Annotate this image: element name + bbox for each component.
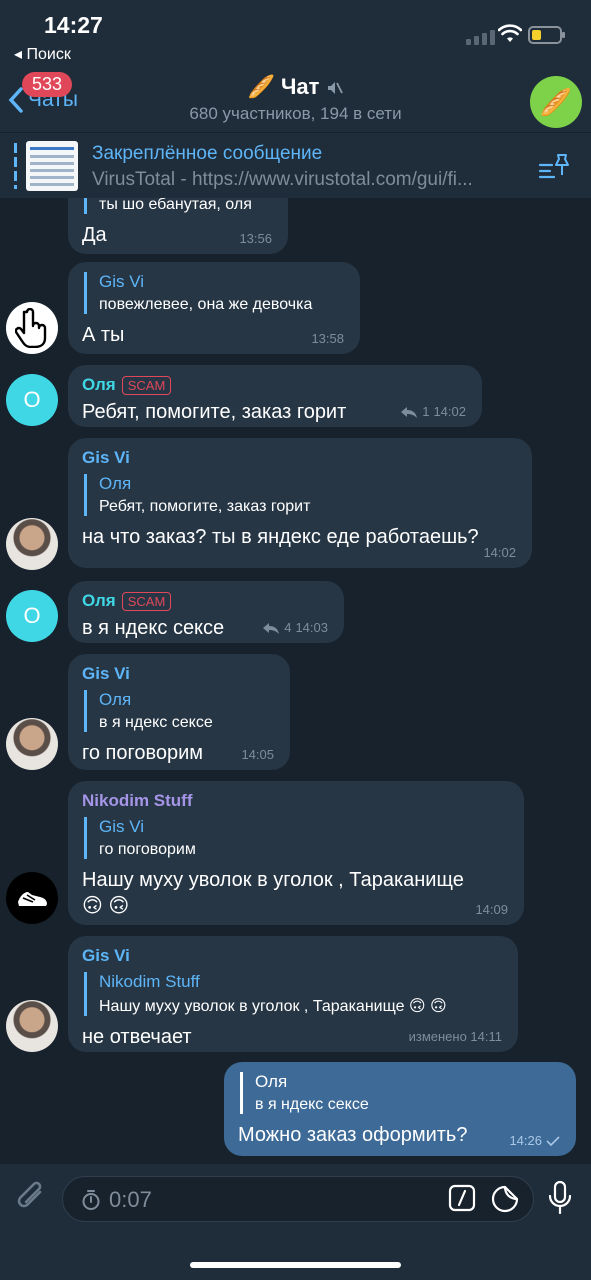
message-time: 14:02 — [433, 404, 466, 419]
reply-quote: ты шо ебанутая, оля — [84, 198, 274, 214]
reply-arrow-icon — [263, 622, 280, 634]
reply-sender: Оля — [99, 474, 132, 493]
chat-title: 🥖 Чат — [247, 74, 320, 99]
message-text: на что заказ? ты в яндекс еде работаешь? — [82, 526, 479, 548]
sender-name[interactable]: Оля — [82, 375, 116, 394]
sender-name[interactable]: Gis Vi — [82, 946, 504, 966]
hand-cursor-icon — [15, 308, 47, 348]
home-indicator — [190, 1262, 401, 1268]
message-time: 14:02 — [483, 545, 516, 560]
microphone-icon[interactable] — [546, 1180, 574, 1216]
user-avatar-gisvi[interactable] — [6, 518, 58, 570]
reply-sender: Gis Vi — [99, 272, 145, 291]
sender-name[interactable]: Оля — [82, 591, 116, 610]
reply-sender: Оля — [99, 690, 132, 709]
pinned-indicator — [14, 143, 17, 189]
outgoing-message-bubble[interactable]: Оля в я ндекс сексе Можно заказ оформить… — [224, 1062, 576, 1156]
reply-sender: Gis Vi — [99, 817, 145, 836]
reply-quote[interactable]: Оля в я ндекс сексе — [84, 690, 276, 732]
message-bubble[interactable]: Nikodim Stuff Gis Vi го поговорим Нашу м… — [68, 781, 524, 925]
status-bar: 14:27 ◂ Поиск — [0, 0, 591, 68]
pinned-thumbnail — [26, 141, 78, 191]
reply-sender: Nikodim Stuff — [99, 972, 200, 991]
message-text: А ты — [82, 324, 125, 346]
message-time: 14:05 — [241, 747, 274, 762]
user-avatar-nikodim[interactable] — [6, 872, 58, 924]
reply-text: Нашу муху уволок в уголок , Тараканище 🙃… — [99, 998, 447, 1015]
sneaker-icon — [18, 892, 47, 906]
user-avatar[interactable] — [6, 302, 58, 354]
scam-badge: SCAM — [121, 376, 172, 396]
pinned-text: VirusTotal - https://www.virustotal.com/… — [92, 169, 473, 190]
message-time: 13:58 — [311, 331, 344, 346]
sender-name[interactable]: Gis Vi — [82, 448, 518, 468]
reply-quote[interactable]: Nikodim Stuff Нашу муху уволок в уголок … — [84, 972, 504, 1016]
reply-text: Ребят, помогите, заказ горит — [99, 498, 311, 515]
user-avatar-olya[interactable]: О — [6, 374, 58, 426]
message-bubble[interactable]: Gis Vi повежлевее, она же девочка А ты 1… — [68, 262, 360, 354]
paperclip-icon[interactable] — [14, 1178, 48, 1216]
chat-header: Чаты 533 🥖 Чат 680 участников, 194 в сет… — [0, 68, 591, 132]
message-text: Нашу муху уволок в уголок , Тараканище — [82, 869, 464, 891]
message-time: 14:26 — [509, 1133, 542, 1148]
message-emoji: 🙃 🙃 — [82, 895, 130, 917]
message-bubble[interactable]: Gis Vi Оля в я ндекс сексе го поговорим … — [68, 654, 290, 770]
reply-text: в я ндекс сексе — [99, 714, 213, 731]
back-to-app-link[interactable]: ◂ Поиск — [14, 44, 71, 64]
sender-name[interactable]: Gis Vi — [82, 664, 276, 684]
bot-command-icon[interactable] — [448, 1184, 476, 1212]
reply-count[interactable]: 1 — [422, 404, 429, 419]
chat-avatar[interactable]: 🥖 — [530, 76, 582, 128]
reply-quote[interactable]: Gis Vi повежлевее, она же девочка — [84, 272, 346, 314]
reply-text: повежлевее, она же девочка — [99, 296, 313, 313]
pinned-message-bar[interactable]: Закреплённое сообщение VirusTotal - http… — [0, 132, 591, 198]
message-bubble[interactable]: Gis Vi Оля Ребят, помогите, заказ горит … — [68, 438, 532, 568]
message-time: изменено 14:11 — [408, 1029, 502, 1044]
cellular-signal-icon — [466, 30, 495, 45]
battery-icon — [528, 26, 565, 44]
reply-text: го поговорим — [99, 841, 196, 858]
sent-check-icon — [546, 1135, 560, 1146]
wifi-icon — [498, 24, 522, 42]
recording-timer: 0:07 — [109, 1187, 152, 1212]
scam-badge: SCAM — [121, 592, 172, 612]
timer-icon — [82, 1190, 100, 1210]
message-bubble[interactable]: Оля SCAM в я ндекс сексе 4 14:03 — [68, 581, 344, 643]
user-avatar-gisvi[interactable] — [6, 718, 58, 770]
message-time: 14:03 — [295, 620, 328, 635]
chat-subtitle: 680 участников, 194 в сети — [189, 104, 402, 123]
muted-icon — [327, 82, 343, 95]
reply-count[interactable]: 4 — [284, 620, 291, 635]
reply-arrow-icon — [401, 406, 418, 418]
reply-text: ты шо ебанутая, оля — [99, 198, 252, 213]
message-bubble[interactable]: Оля SCAM Ребят, помогите, заказ горит 1 1… — [68, 365, 482, 427]
sender-name[interactable]: Nikodim Stuff — [82, 791, 510, 811]
reply-text: в я ндекс сексе — [255, 1096, 369, 1113]
reply-sender: Оля — [255, 1072, 288, 1091]
reply-quote[interactable]: Gis Vi го поговорим — [84, 817, 510, 859]
pinned-title: Закреплённое сообщение — [92, 143, 323, 164]
message-bubble[interactable]: ты шо ебанутая, оля Да 13:56 — [68, 198, 288, 254]
user-avatar-gisvi[interactable] — [6, 1000, 58, 1052]
status-time: 14:27 — [44, 12, 103, 38]
pin-list-icon[interactable] — [538, 153, 570, 181]
reply-quote[interactable]: Оля в я ндекс сексе — [240, 1072, 562, 1114]
message-list[interactable]: ты шо ебанутая, оля Да 13:56 Gis Vi пове… — [0, 198, 591, 1164]
chat-title-area[interactable]: 🥖 Чат 680 участников, 194 в сети — [0, 74, 591, 124]
message-time: 13:56 — [239, 231, 272, 246]
sticker-icon[interactable] — [490, 1184, 520, 1214]
message-bubble[interactable]: Gis Vi Nikodim Stuff Нашу муху уволок в … — [68, 936, 518, 1052]
reply-quote[interactable]: Оля Ребят, помогите, заказ горит — [84, 474, 518, 516]
message-time: 14:09 — [475, 902, 508, 917]
user-avatar-olya[interactable]: О — [6, 590, 58, 642]
